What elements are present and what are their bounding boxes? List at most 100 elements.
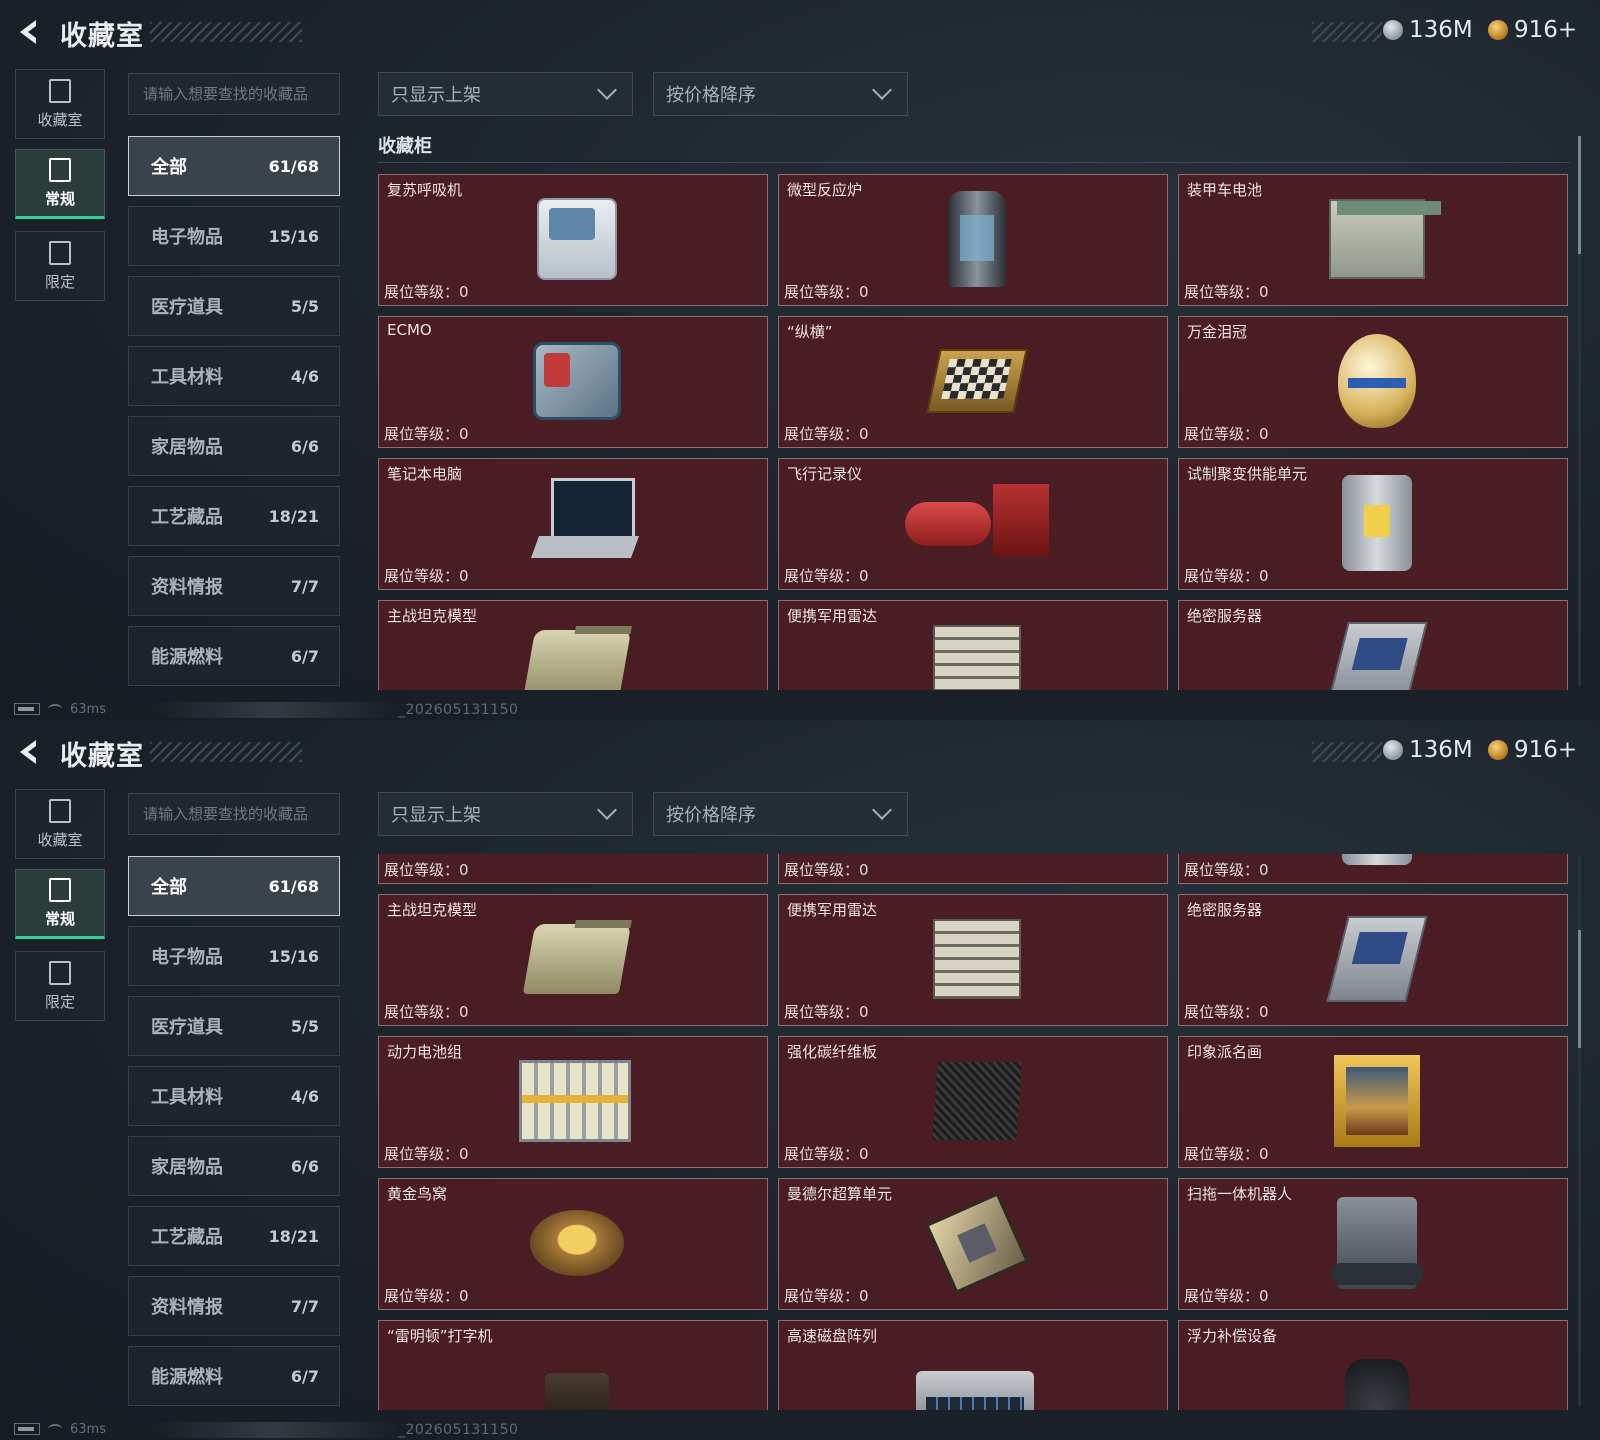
typewriter-icon [529,1351,625,1410]
item-name: 曼德尔超算单元 [787,1185,893,1203]
search-input[interactable] [128,73,340,115]
category-medical[interactable]: 医疗道具 5/5 [128,276,340,336]
collectible-card[interactable]: 浮力补偿设备展位等级：0 [1178,1320,1568,1410]
back-arrow-icon[interactable] [14,736,46,768]
category-all[interactable]: 全部 61/68 [128,856,340,916]
collectible-card[interactable]: 复苏呼吸机 展位等级：0 [378,174,768,306]
item-name: 扫拖一体机器人 [1187,1185,1293,1203]
category-electronics[interactable]: 电子物品 15/16 [128,926,340,986]
category-energy[interactable]: 能源燃料 6/7 [128,626,340,686]
collectible-card[interactable]: 展位等级：0 [1178,854,1568,884]
category-all[interactable]: 全部 61/68 [128,136,340,196]
collection-room-icon [49,78,71,103]
collection-screen-scrolled: 收藏室 136M 916+ 收藏室 常规 限定 只显示上架 按价格降序 全部 61… [0,720,1600,1440]
collectible-card[interactable]: 强化碳纤维板 展位等级：0 [778,1036,1168,1168]
status-bar: 63ms [14,702,106,717]
booth-level: 展位等级：0 [384,283,469,301]
tank-art [522,924,632,994]
collectible-card[interactable]: 便携军用雷达展位等级：0 [778,894,1168,1026]
chevron-down-icon [597,800,617,820]
silver-currency[interactable]: 136M [1383,17,1473,43]
egg-art [1338,334,1416,428]
respirator-icon [529,187,625,291]
micro-reactor-icon [929,187,1025,291]
sort-dropdown[interactable]: 按价格降序 [653,72,908,116]
collectible-card[interactable]: 绝密服务器展位等级：0 [1178,894,1568,1026]
chevron-down-icon [872,800,892,820]
category-electronics[interactable]: 电子物品 15/16 [128,206,340,266]
category-intel[interactable]: 资料情报 7/7 [128,1276,340,1336]
title-decoration [150,22,302,42]
ping-text: 63ms [70,1421,106,1437]
category-label: 电子物品 [151,947,223,968]
chevron-down-icon [872,80,892,100]
collectible-card[interactable]: 展位等级：0 [378,854,768,884]
collectible-card[interactable]: 绝密服务器展位等级：0 [1178,600,1568,690]
silver-currency[interactable]: 136M [1383,737,1473,763]
booth-level: 展位等级：0 [784,861,869,879]
rail-tab-limited[interactable]: 限定 [15,231,105,301]
category-medical[interactable]: 医疗道具 5/5 [128,996,340,1056]
battery-icon [14,703,40,715]
scrollbar-thumb[interactable] [1578,136,1581,254]
search-input[interactable] [128,793,340,835]
tank-model-icon [522,613,632,690]
booth-level: 展位等级：0 [384,425,469,443]
nest-art [530,1210,624,1276]
collectible-card[interactable]: 飞行记录仪 展位等级：0 [778,458,1168,590]
collectible-card[interactable]: 印象派名画 展位等级：0 [1178,1036,1568,1168]
rail-tab-collection[interactable]: 收藏室 [15,789,105,859]
collectible-card[interactable]: 便携军用雷达展位等级：0 [778,600,1168,690]
collectible-card[interactable]: 万金泪冠 展位等级：0 [1178,316,1568,448]
regular-icon [49,157,71,182]
collectible-card[interactable]: “雷明顿”打字机展位等级：0 [378,1320,768,1410]
collectible-card[interactable]: ECMO 展位等级：0 [378,316,768,448]
collectible-card[interactable]: 展位等级：0 [778,854,1168,884]
category-count: 18/21 [268,1226,319,1246]
listed-filter-dropdown[interactable]: 只显示上架 [378,72,633,116]
rail-tab-limited[interactable]: 限定 [15,951,105,1021]
item-name: 高速磁盘阵列 [787,1327,878,1345]
sort-dropdown[interactable]: 按价格降序 [653,792,908,836]
booth-level: 展位等级：0 [784,1003,869,1021]
item-name: 便携军用雷达 [787,607,878,625]
collectible-card[interactable]: 黄金鸟窝 展位等级：0 [378,1178,768,1310]
collectible-card[interactable]: 动力电池组 展位等级：0 [378,1036,768,1168]
gold-currency[interactable]: 916+ [1488,17,1577,43]
flight-recorder-icon [904,854,1054,869]
rail-tab-collection[interactable]: 收藏室 [15,69,105,139]
category-tools[interactable]: 工具材料 4/6 [128,346,340,406]
item-name: 强化碳纤维板 [787,1043,878,1061]
collectible-card[interactable]: 曼德尔超算单元 展位等级：0 [778,1178,1168,1310]
category-household[interactable]: 家居物品 6/6 [128,416,340,476]
item-name: 主战坦克模型 [387,607,478,625]
collectible-card[interactable]: “纵横” 展位等级：0 [778,316,1168,448]
scrollbar-thumb[interactable] [1578,930,1581,1048]
category-crafts[interactable]: 工艺藏品 18/21 [128,1206,340,1266]
rail-tab-regular[interactable]: 常规 [15,149,105,219]
back-arrow-icon[interactable] [14,16,46,48]
gold-currency[interactable]: 916+ [1488,737,1577,763]
collectible-card[interactable]: 试制聚变供能单元 展位等级：0 [1178,458,1568,590]
laptop-icon [529,854,625,869]
category-household[interactable]: 家居物品 6/6 [128,1136,340,1196]
collectible-card[interactable]: 主战坦克模型展位等级：0 [378,600,768,690]
wifi-icon [48,1424,62,1434]
collectible-card[interactable]: 主战坦克模型展位等级：0 [378,894,768,1026]
listed-filter-dropdown[interactable]: 只显示上架 [378,792,633,836]
silver-coin-icon [1383,740,1403,760]
page-title: 收藏室 [60,21,144,52]
category-intel[interactable]: 资料情报 7/7 [128,556,340,616]
collectible-card[interactable]: 高速磁盘阵列展位等级：0 [778,1320,1168,1410]
collectible-card[interactable]: 微型反应炉 展位等级：0 [778,174,1168,306]
category-crafts[interactable]: 工艺藏品 18/21 [128,486,340,546]
collectible-card[interactable]: 扫拖一体机器人 展位等级：0 [1178,1178,1568,1310]
rail-tab-regular[interactable]: 常规 [15,869,105,939]
collectible-card[interactable]: 装甲车电池 展位等级：0 [1178,174,1568,306]
collectible-card[interactable]: 笔记本电脑 展位等级：0 [378,458,768,590]
page-title: 收藏室 [60,741,144,772]
category-label: 家居物品 [151,1157,223,1178]
category-tools[interactable]: 工具材料 4/6 [128,1066,340,1126]
item-name: 浮力补偿设备 [1187,1327,1278,1345]
category-energy[interactable]: 能源燃料 6/7 [128,1346,340,1406]
